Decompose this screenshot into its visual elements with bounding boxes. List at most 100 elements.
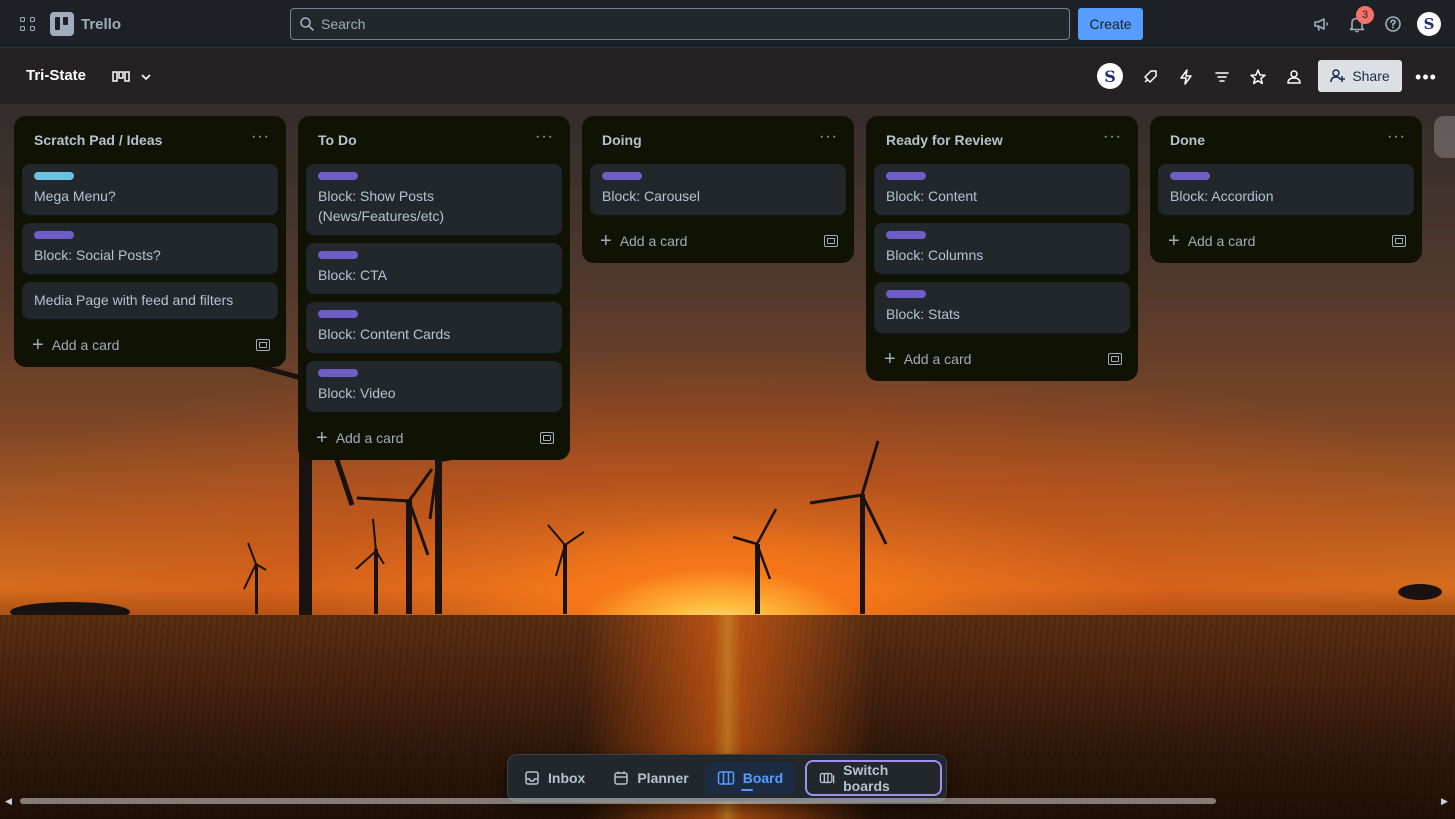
scrollbar-thumb[interactable] — [20, 798, 1216, 804]
list-menu-icon[interactable]: ··· — [251, 128, 270, 152]
add-card-label: Add a card — [903, 351, 972, 367]
card[interactable]: Block: Video — [306, 361, 562, 412]
card-title: Block: Carousel — [602, 188, 701, 204]
card[interactable]: Block: Stats — [874, 282, 1130, 333]
card[interactable]: Media Page with feed and filters — [22, 282, 278, 319]
list-title[interactable]: Scratch Pad / Ideas — [34, 132, 162, 148]
card[interactable]: Block: CTA — [306, 243, 562, 294]
list-menu-icon[interactable]: ··· — [1103, 128, 1122, 152]
card[interactable]: Block: Columns — [874, 223, 1130, 274]
app-name: Trello — [81, 15, 122, 33]
card[interactable]: Block: Content Cards — [306, 302, 562, 353]
list-menu-icon[interactable]: ··· — [535, 128, 554, 152]
app-switcher-icon[interactable] — [14, 12, 38, 36]
top-navigation: Trello Create 3 S — [0, 0, 1455, 48]
board-view-switcher[interactable] — [110, 65, 154, 89]
card-label[interactable] — [34, 172, 74, 180]
create-button[interactable]: Create — [1078, 8, 1143, 40]
add-card-label: Add a card — [335, 430, 404, 446]
card-label[interactable] — [318, 251, 358, 259]
board-icon — [717, 771, 734, 785]
plus-icon: + — [1168, 230, 1180, 252]
list-to-do: To Do ··· Block: Show Posts (News/Featur… — [298, 116, 570, 460]
add-card-label: Add a card — [51, 337, 120, 353]
list-title[interactable]: Done — [1170, 132, 1205, 148]
planner-label: Planner — [637, 770, 689, 786]
card-title: Block: Stats — [886, 306, 960, 322]
card[interactable]: Block: Content — [874, 164, 1130, 215]
add-card-button[interactable]: + Add a card — [32, 335, 120, 355]
notification-count-badge: 3 — [1356, 6, 1374, 24]
card-template-icon[interactable] — [1392, 235, 1406, 247]
card-label[interactable] — [318, 310, 358, 318]
automation-icon[interactable] — [1174, 65, 1198, 89]
search-icon — [300, 17, 314, 31]
inbox-button[interactable]: Inbox — [512, 762, 597, 794]
horizontal-scrollbar[interactable]: ◀ ▶ — [0, 795, 1455, 807]
board-header: Tri-State S Share ••• — [0, 49, 1455, 104]
board-member-avatar[interactable]: S — [1097, 63, 1123, 89]
card-title: Block: Columns — [886, 247, 984, 263]
list-title[interactable]: Doing — [602, 132, 642, 148]
card-label[interactable] — [1170, 172, 1210, 180]
trello-logo[interactable]: Trello — [50, 12, 121, 36]
planner-button[interactable]: Planner — [601, 762, 700, 794]
help-icon[interactable] — [1381, 12, 1405, 36]
card-label[interactable] — [886, 290, 926, 298]
share-button[interactable]: Share — [1318, 60, 1402, 92]
scroll-right-arrow-icon[interactable]: ▶ — [1441, 796, 1448, 807]
card[interactable]: Block: Accordion — [1158, 164, 1414, 215]
user-avatar[interactable]: S — [1417, 12, 1441, 36]
search-input[interactable] — [321, 16, 1021, 32]
card-label[interactable] — [886, 231, 926, 239]
list-scratch-pad: Scratch Pad / Ideas ··· Mega Menu? Block… — [14, 116, 286, 367]
card[interactable]: Block: Social Posts? — [22, 223, 278, 274]
visibility-icon[interactable] — [1282, 65, 1306, 89]
add-card-button[interactable]: + Add a card — [600, 230, 687, 252]
inbox-icon — [525, 771, 539, 785]
card-title: Block: Social Posts? — [34, 247, 161, 263]
search-box[interactable] — [290, 8, 1070, 40]
list-doing: Doing ··· Block: Carousel + Add a card — [582, 116, 854, 263]
add-card-button[interactable]: + Add a card — [316, 427, 404, 449]
card-label[interactable] — [318, 369, 358, 377]
card-title: Mega Menu? — [34, 188, 116, 204]
card[interactable]: Block: Carousel — [590, 164, 846, 215]
list-title[interactable]: Ready for Review — [886, 132, 1003, 148]
board-view-icon — [112, 71, 130, 82]
card[interactable]: Block: Show Posts (News/Features/etc) — [306, 164, 562, 235]
board-button[interactable]: Board — [704, 762, 796, 794]
card-template-icon[interactable] — [540, 432, 554, 444]
add-card-label: Add a card — [1187, 233, 1256, 249]
list-title[interactable]: To Do — [318, 132, 357, 148]
add-card-button[interactable]: + Add a card — [884, 349, 972, 369]
plus-icon: + — [600, 230, 612, 252]
card-label[interactable] — [318, 172, 358, 180]
card[interactable]: Mega Menu? — [22, 164, 278, 215]
star-icon[interactable] — [1246, 65, 1270, 89]
card-title: Block: Content Cards — [318, 326, 451, 342]
card-template-icon[interactable] — [1108, 353, 1122, 365]
board-title[interactable]: Tri-State — [26, 67, 86, 84]
more-options-icon[interactable]: ••• — [1414, 65, 1438, 89]
inbox-label: Inbox — [548, 770, 586, 786]
add-card-button[interactable]: + Add a card — [1168, 230, 1256, 252]
card-template-icon[interactable] — [824, 235, 838, 247]
list-menu-icon[interactable]: ··· — [819, 128, 838, 152]
card-title: Block: Accordion — [1170, 188, 1274, 204]
card-title: Block: Content — [886, 188, 978, 204]
scroll-left-arrow-icon[interactable]: ◀ — [5, 796, 12, 807]
add-list-button[interactable] — [1434, 116, 1455, 158]
megaphone-icon[interactable] — [1309, 12, 1333, 36]
switch-boards-button[interactable]: Switch boards — [805, 760, 942, 796]
plus-icon: + — [316, 427, 328, 449]
card-template-icon[interactable] — [256, 339, 270, 351]
card-title: Block: CTA — [318, 267, 387, 283]
card-title: Media Page with feed and filters — [34, 292, 234, 308]
power-ups-icon[interactable] — [1138, 65, 1162, 89]
list-menu-icon[interactable]: ··· — [1387, 128, 1406, 152]
card-label[interactable] — [886, 172, 926, 180]
card-label[interactable] — [602, 172, 642, 180]
filter-icon[interactable] — [1210, 65, 1234, 89]
card-label[interactable] — [34, 231, 74, 239]
